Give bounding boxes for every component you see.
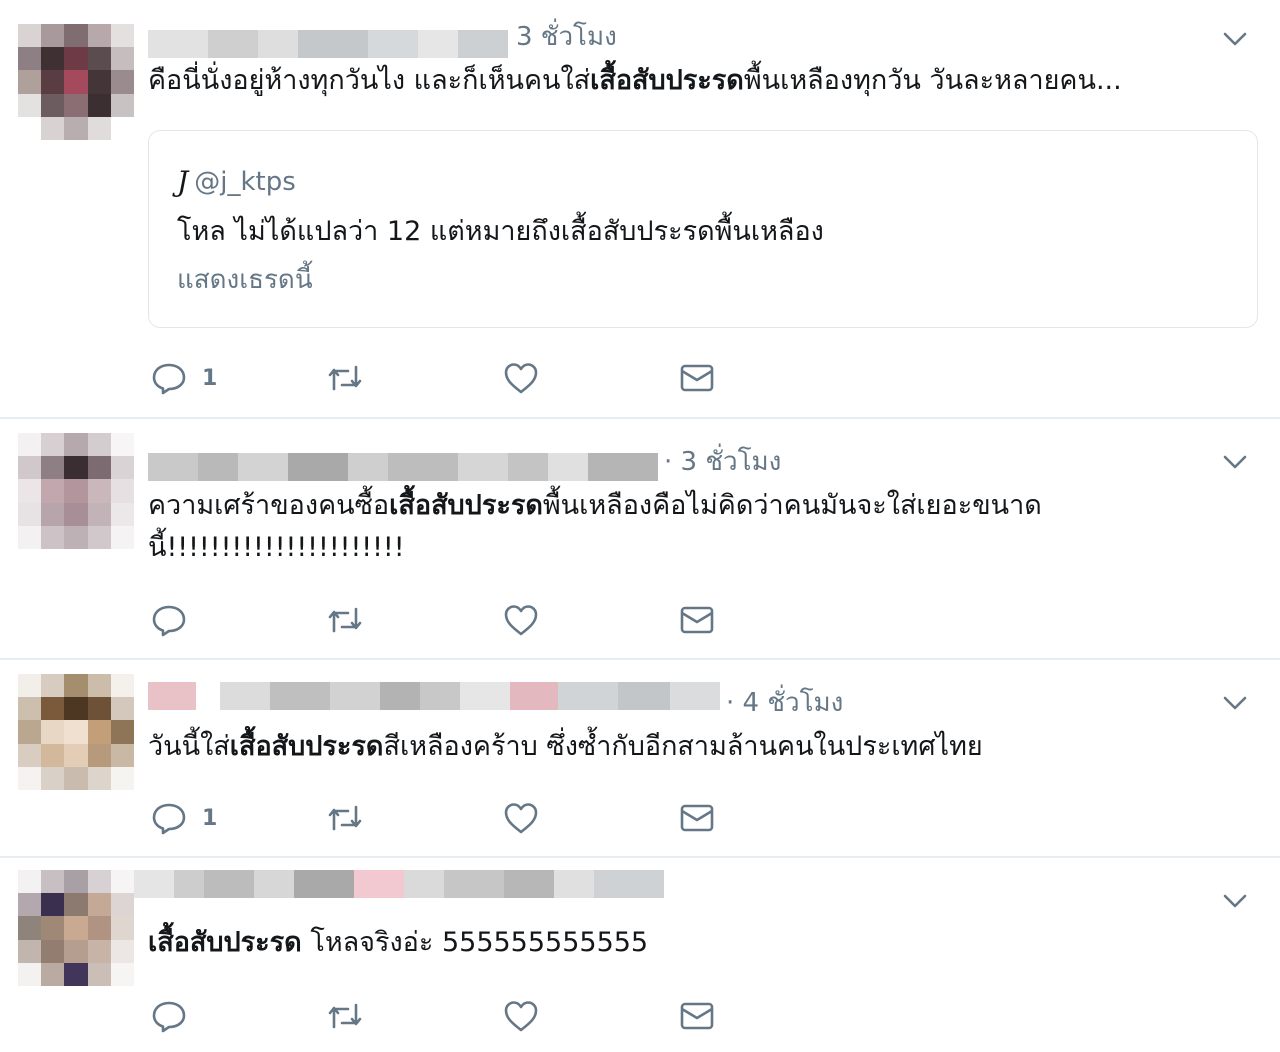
retweet-icon <box>328 365 362 391</box>
reply-icon <box>152 803 186 835</box>
envelope-icon <box>680 364 714 392</box>
retweet-icon <box>328 805 362 831</box>
tweet-text-part: สีเหลืองคร้าบ ซึ่งซ้ำกับอีกสามล้านคนในปร… <box>383 731 983 762</box>
chevron-down-icon[interactable] <box>1220 447 1250 477</box>
tweet-text-highlight: เสื้อสับประรด <box>590 65 744 96</box>
reply-button[interactable]: 1 <box>150 358 217 398</box>
retweet-button[interactable] <box>326 358 364 398</box>
tweet-text-highlight: เสื้อสับประรด <box>229 731 384 762</box>
quoted-tweet-card[interactable]: J @j_ktps โหล ไม่ได้แปลว่า 12 แต่หมายถึง… <box>148 130 1258 328</box>
retweet-icon <box>328 607 362 633</box>
tweet-text-part: ความเศร้าของคนซื้อ <box>148 490 390 521</box>
reply-icon <box>152 605 186 637</box>
tweet-text: ความเศร้าของคนซื้อเสื้อสับประรดพื้นเหลือ… <box>148 485 1208 569</box>
avatar[interactable] <box>18 870 134 986</box>
reply-button[interactable] <box>150 996 202 1036</box>
like-button[interactable] <box>502 600 540 640</box>
author-name-blurred[interactable] <box>134 870 664 898</box>
heart-icon <box>504 1001 538 1032</box>
tweet-text-part: คือนี่นั่งอยู่ห้างทุกวันไง และก็เห็นคนใส… <box>148 65 591 96</box>
envelope-icon <box>680 1002 714 1030</box>
reply-icon <box>152 363 186 395</box>
chevron-down-icon[interactable] <box>1220 886 1250 916</box>
envelope-icon <box>680 804 714 832</box>
tweet-4[interactable]: เสื้อสับประรด โหลจริงอ่ะ 555555555555 <box>0 858 1280 1052</box>
tweet-text-highlight: เสื้อสับประรด <box>148 927 302 958</box>
heart-icon <box>504 605 538 636</box>
quoted-author-logo-icon: J <box>177 165 189 198</box>
reply-count: 1 <box>202 365 218 391</box>
tweet-text-part: วันนี้ใส่ <box>148 731 230 762</box>
reply-count: 1 <box>202 805 218 831</box>
retweet-button[interactable] <box>326 600 364 640</box>
tweet-actions <box>150 600 750 640</box>
show-thread-link[interactable]: แสดงเธรดนี้ <box>177 259 313 300</box>
tweet-text-part: โหลจริงอ่ะ 555555555555 <box>301 927 649 958</box>
tweet-3[interactable]: · 4 ชั่วโมง วันนี้ใส่เสื้อสับประรดสีเหลื… <box>0 660 1280 856</box>
retweet-button[interactable] <box>326 798 364 838</box>
tweet-timestamp[interactable]: 3 ชั่วโมง <box>516 20 617 54</box>
tweet-text-part: พื้นเหลืองทุกวัน วันละหลายคน... <box>743 65 1122 96</box>
like-button[interactable] <box>502 798 540 838</box>
tweet-actions <box>150 996 750 1036</box>
reply-button[interactable]: 1 <box>150 798 217 838</box>
avatar[interactable] <box>18 433 134 549</box>
heart-icon <box>504 803 538 834</box>
tweet-actions: 1 <box>150 358 750 398</box>
tweet-2[interactable]: · 3 ชั่วโมง ความเศร้าของคนซื้อเสื้อสับปร… <box>0 419 1280 658</box>
author-name-blurred[interactable] <box>148 453 658 481</box>
heart-icon <box>504 363 538 394</box>
tweet-text-highlight: เสื้อสับประรด <box>389 490 543 521</box>
retweet-icon <box>328 1003 362 1029</box>
direct-message-button[interactable] <box>678 358 716 398</box>
like-button[interactable] <box>502 996 540 1036</box>
reply-button[interactable] <box>150 600 202 640</box>
direct-message-button[interactable] <box>678 600 716 640</box>
chevron-down-icon[interactable] <box>1220 688 1250 718</box>
quoted-tweet-text: โหล ไม่ได้แปลว่า 12 แต่หมายถึงเสื้อสับปร… <box>177 216 824 247</box>
author-name-blurred[interactable] <box>148 682 720 710</box>
tweet-timestamp[interactable]: · 4 ชั่วโมง <box>726 686 843 720</box>
direct-message-button[interactable] <box>678 798 716 838</box>
reply-icon <box>152 1001 186 1033</box>
chevron-down-icon[interactable] <box>1220 24 1250 54</box>
avatar[interactable] <box>18 674 134 790</box>
tweet-text: คือนี่นั่งอยู่ห้างทุกวันไง และก็เห็นคนใส… <box>148 60 1208 102</box>
author-name-blurred[interactable] <box>148 30 508 58</box>
tweet-actions: 1 <box>150 798 750 838</box>
direct-message-button[interactable] <box>678 996 716 1036</box>
avatar[interactable] <box>18 24 134 140</box>
quoted-author-handle[interactable]: @j_ktps <box>194 167 296 197</box>
tweet-text: วันนี้ใส่เสื้อสับประรดสีเหลืองคร้าบ ซึ่ง… <box>148 726 1208 768</box>
retweet-button[interactable] <box>326 996 364 1036</box>
tweet-text: เสื้อสับประรด โหลจริงอ่ะ 555555555555 <box>148 922 1208 964</box>
tweet-timestamp[interactable]: · 3 ชั่วโมง <box>664 445 781 479</box>
envelope-icon <box>680 606 714 634</box>
like-button[interactable] <box>502 358 540 398</box>
tweet-1[interactable]: 3 ชั่วโมง คือนี่นั่งอยู่ห้างทุกวันไง และ… <box>0 0 1280 418</box>
